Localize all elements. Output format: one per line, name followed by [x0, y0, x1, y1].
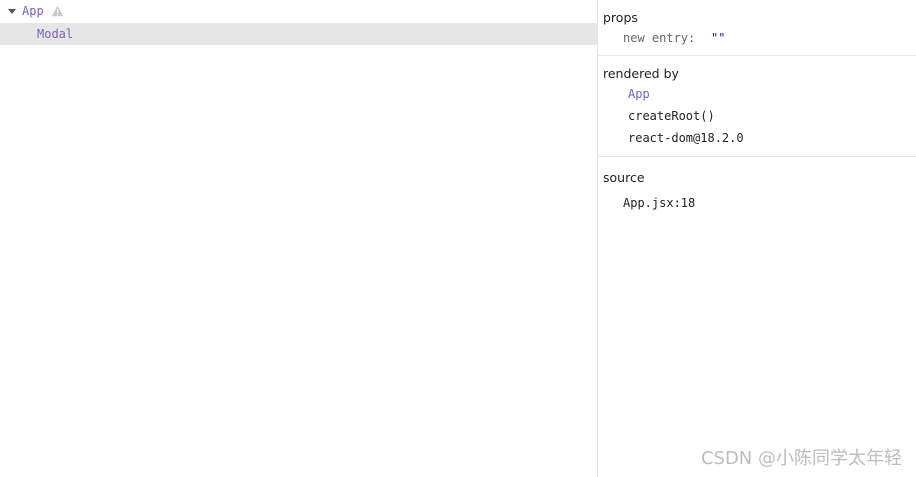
rendered-by-section: rendered by App createRoot() react-dom@1…	[598, 56, 916, 157]
inspector-pane: props new entry: "" rendered by App crea…	[598, 0, 916, 477]
section-title: props	[603, 10, 638, 25]
section-title: rendered by	[603, 66, 679, 81]
new-entry-key[interactable]: new entry:	[623, 31, 695, 45]
source-location-link[interactable]: App.jsx:18	[623, 196, 695, 210]
component-tree: App Modal	[0, 0, 597, 477]
watermark: CSDN @小陈同学太年轻	[700, 448, 902, 469]
tree-item-label: Modal	[37, 27, 74, 41]
warning-icon	[51, 5, 64, 17]
rendered-by-react-dom: react-dom@18.2.0	[628, 131, 744, 145]
tree-item-app[interactable]: App	[0, 1, 597, 23]
section-title: source	[603, 170, 645, 185]
tree-item-modal[interactable]: Modal	[0, 23, 597, 45]
devtools-components-panel: App Modal props new entry: "" rendered b…	[0, 0, 916, 477]
new-entry-value[interactable]: ""	[711, 31, 725, 45]
rendered-by-app-link[interactable]: App	[628, 87, 650, 101]
source-section: source App.jsx:18	[598, 157, 916, 217]
tree-item-label: App	[22, 4, 44, 18]
props-section: props new entry: ""	[598, 0, 916, 56]
rendered-by-createroot: createRoot()	[628, 109, 715, 123]
caret-down-icon[interactable]	[8, 9, 16, 14]
